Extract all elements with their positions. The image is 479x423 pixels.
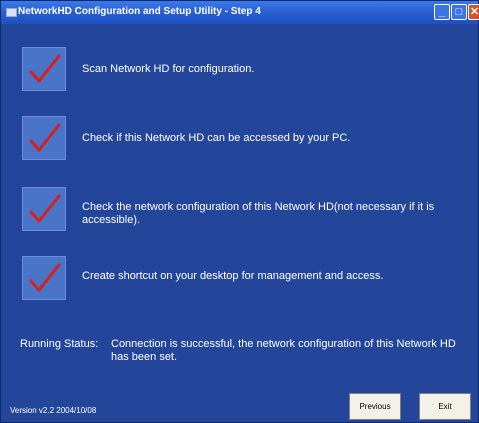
step-4-check-icon [22, 256, 66, 300]
step-1-label: Scan Network HD for configuration. [82, 63, 255, 75]
title-bar[interactable]: NetworkHD Configuration and Setup Utilit… [1, 1, 479, 24]
step-3-label: Check the network configuration of this … [82, 201, 435, 226]
running-status-text: Connection is successful, the network co… [111, 338, 456, 363]
step-2-label: Check if this Network HD can be accessed… [82, 132, 351, 144]
step-4-label: Create shortcut on your desktop for mana… [82, 270, 384, 282]
step-2-check-icon [22, 116, 66, 160]
previous-button[interactable]: Previous [349, 393, 401, 420]
main-panel: Scan Network HD for configuration. Check… [1, 24, 478, 422]
version-text: Version v2.2 2004/10/08 [10, 406, 97, 415]
step-1-check-icon [22, 47, 66, 91]
maximize-button[interactable]: □ [451, 4, 467, 20]
step-3-check-icon [22, 187, 66, 231]
window-title: NetworkHD Configuration and Setup Utilit… [18, 6, 261, 17]
close-button[interactable]: ✕ [468, 4, 479, 20]
app-window: NetworkHD Configuration and Setup Utilit… [0, 0, 479, 423]
running-status-label: Running Status: [20, 338, 99, 350]
exit-button[interactable]: Exit [419, 393, 471, 420]
app-icon [6, 8, 17, 17]
minimize-button[interactable]: _ [434, 4, 450, 20]
